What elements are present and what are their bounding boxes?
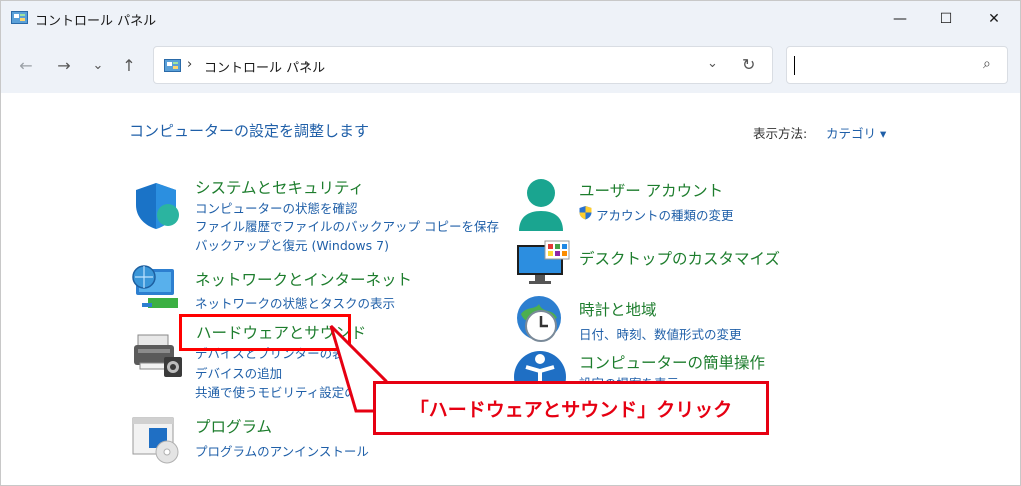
category-system-security[interactable]: システムとセキュリティ: [195, 176, 364, 198]
annotation-callout: 「ハードウェアとサウンド」クリック: [373, 381, 769, 435]
view-by-label: 表示方法:: [753, 126, 808, 141]
category-programs[interactable]: プログラム: [195, 415, 272, 437]
maximize-button[interactable]: ☐: [923, 1, 969, 37]
category-network-internet[interactable]: ネットワークとインターネット: [195, 268, 412, 290]
breadcrumb-separator: ›: [187, 57, 193, 72]
breadcrumb-separator[interactable]: ›: [305, 57, 310, 72]
window-title: コントロール パネル: [35, 14, 157, 29]
view-by-dropdown[interactable]: カテゴリ ▾: [826, 123, 886, 142]
printer-icon: [134, 334, 182, 377]
uac-shield-icon: [579, 206, 592, 220]
refresh-button[interactable]: ↻: [742, 55, 755, 74]
category-clock-region[interactable]: 時計と地域: [579, 298, 657, 320]
clock-globe-icon: [517, 296, 561, 342]
user-icon: [519, 179, 563, 231]
ease-of-access-icon: [514, 351, 566, 385]
close-button[interactable]: ✕: [971, 1, 1017, 37]
link-file-history-backup[interactable]: ファイル履歴でファイルのバックアップ コピーを保存: [195, 216, 499, 235]
search-icon[interactable]: ⌕: [983, 56, 991, 72]
shield-icon: [136, 183, 179, 229]
link-backup-restore[interactable]: バックアップと復元 (Windows 7): [195, 235, 389, 254]
up-button[interactable]: ↑: [118, 54, 140, 76]
recent-locations-button[interactable]: ⌄: [87, 54, 109, 76]
control-panel-icon: [11, 11, 28, 24]
page-heading: コンピューターの設定を調整します: [129, 122, 370, 140]
navigation-bar: ← → ⌄ ↑ › コントロール パネル › ⌄ ↻ ⌕: [1, 37, 1020, 93]
control-panel-window: コントロール パネル — ☐ ✕ ← → ⌄ ↑ › コントロール パネル › …: [0, 0, 1021, 486]
link-network-status-tasks[interactable]: ネットワークの状態とタスクの表示: [195, 293, 395, 312]
network-icon: [132, 265, 178, 308]
link-check-computer-status[interactable]: コンピューターの状態を確認: [195, 198, 358, 217]
address-dropdown-button[interactable]: ⌄: [707, 56, 718, 71]
link-date-time-format[interactable]: 日付、時刻、数値形式の変更: [579, 324, 742, 343]
minimize-button[interactable]: —: [877, 1, 923, 37]
title-bar: コントロール パネル — ☐ ✕: [1, 1, 1020, 37]
control-panel-icon: [164, 59, 181, 72]
category-desktop-customize[interactable]: デスクトップのカスタマイズ: [579, 247, 780, 269]
category-user-accounts[interactable]: ユーザー アカウント: [579, 179, 723, 201]
monitor-icon: [517, 240, 570, 284]
link-change-account-type[interactable]: アカウントの種類の変更: [596, 205, 734, 224]
link-add-device[interactable]: デバイスの追加: [195, 363, 282, 382]
category-ease-of-access[interactable]: コンピューターの簡単操作: [579, 351, 765, 373]
search-input[interactable]: ⌕: [786, 46, 1008, 84]
link-uninstall-program[interactable]: プログラムのアンインストール: [195, 441, 369, 460]
text-caret: [794, 56, 795, 75]
programs-icon: [132, 417, 179, 464]
forward-button[interactable]: →: [53, 54, 75, 76]
address-bar[interactable]: › コントロール パネル › ⌄ ↻: [153, 46, 773, 84]
back-button[interactable]: ←: [15, 54, 37, 76]
